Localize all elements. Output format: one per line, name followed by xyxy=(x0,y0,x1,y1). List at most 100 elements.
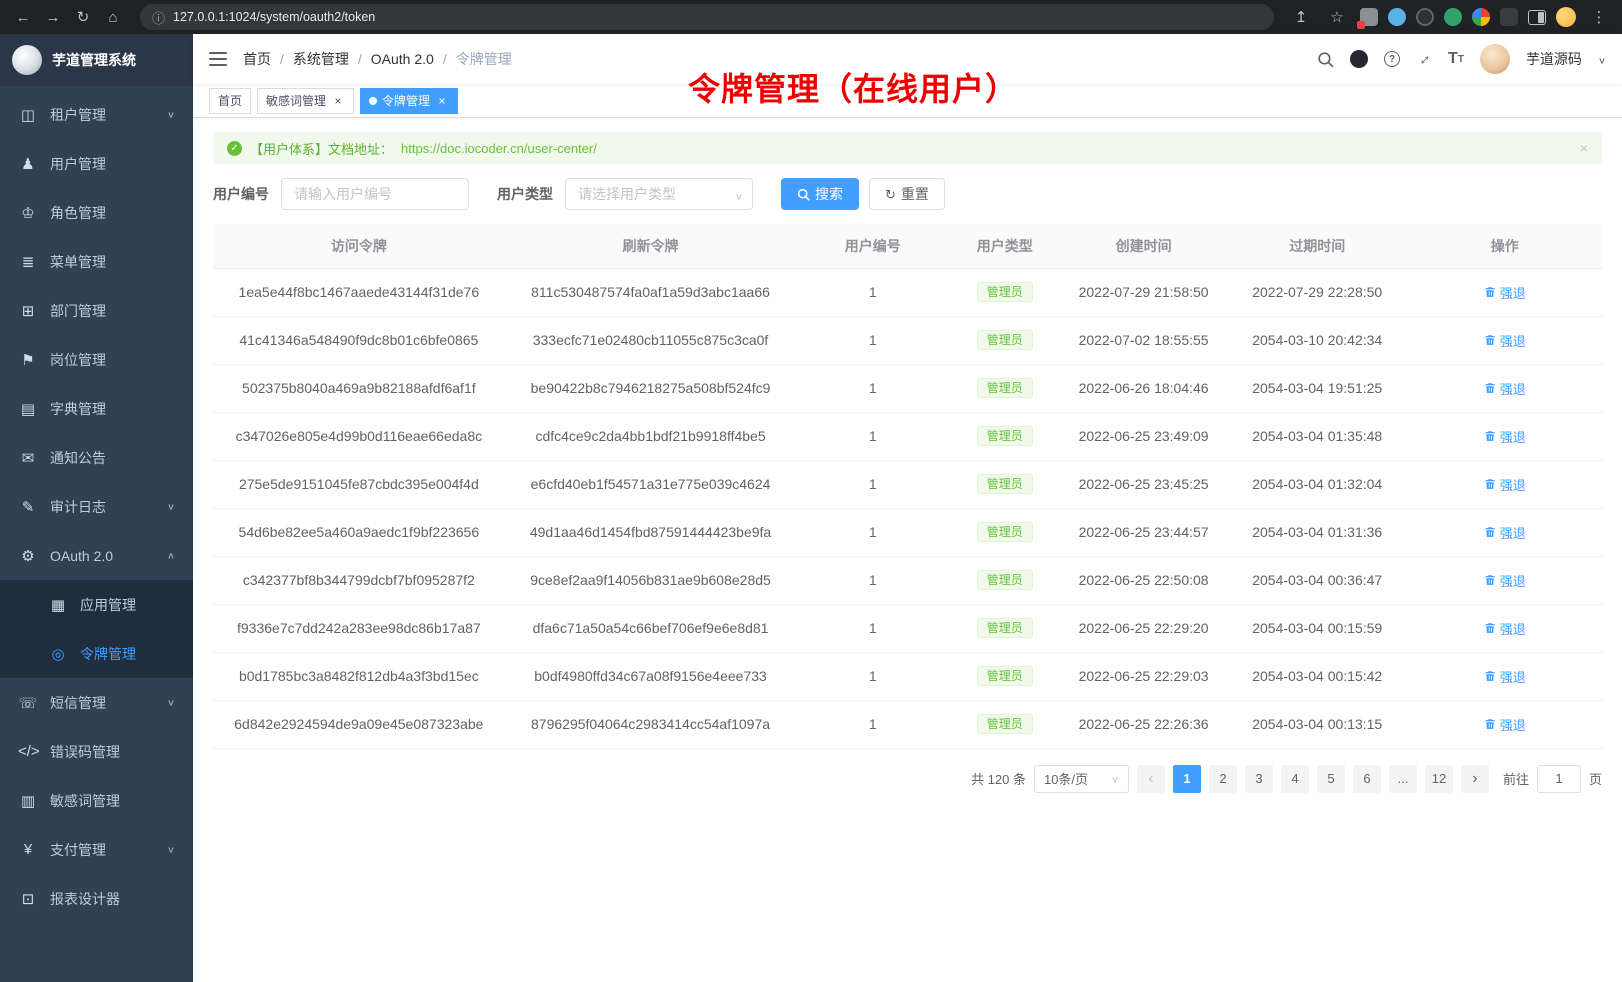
breadcrumb-item[interactable]: 系统管理 xyxy=(271,49,349,69)
page-button-3[interactable]: 3 xyxy=(1245,765,1273,793)
sidebar-toggle-icon[interactable] xyxy=(209,52,227,66)
force-logout-button[interactable]: 强退 xyxy=(1484,523,1526,542)
extension-icon-5[interactable] xyxy=(1500,8,1518,26)
force-logout-button[interactable]: 强退 xyxy=(1484,331,1526,350)
extension-icon-3[interactable] xyxy=(1416,8,1434,26)
chevron-down-icon[interactable] xyxy=(1598,51,1606,67)
sidebar-item-audit-log[interactable]: ✎ 审计日志 ∨ xyxy=(0,482,193,531)
chevron-down-icon xyxy=(735,187,743,203)
token-management-icon: ◎ xyxy=(48,645,68,663)
sidebar-item-label: 错误码管理 xyxy=(50,742,120,762)
tab-sensitive-word[interactable]: 敏感词管理 xyxy=(257,88,354,114)
sidebar-item-role[interactable]: ♔ 角色管理 xyxy=(0,188,193,237)
app-management-icon: ▦ xyxy=(48,596,68,614)
fullscreen-icon[interactable] xyxy=(1412,47,1436,71)
sidebar-item-tenant[interactable]: ◫ 租户管理 ∨ xyxy=(0,90,193,139)
page-button-2[interactable]: 2 xyxy=(1209,765,1237,793)
sidebar-item-payment[interactable]: ¥ 支付管理 ∨ xyxy=(0,825,193,874)
user-type-badge: 管理员 xyxy=(977,714,1033,734)
sidebar-item-menu[interactable]: ≣ 菜单管理 xyxy=(0,237,193,286)
back-icon[interactable]: ← xyxy=(10,4,36,30)
site-info-icon[interactable]: ⓘ xyxy=(152,8,165,27)
font-size-icon[interactable] xyxy=(1448,50,1464,68)
forward-icon[interactable]: → xyxy=(40,4,66,30)
search-button[interactable]: 搜索 xyxy=(781,178,859,210)
force-logout-button[interactable]: 强退 xyxy=(1484,667,1526,686)
user-type-select[interactable] xyxy=(565,178,753,210)
refresh-token-cell: 811c530487574fa0af1a59d3abc1aa66 xyxy=(505,268,797,316)
username[interactable]: 芋道源码 xyxy=(1526,49,1582,69)
force-logout-button[interactable]: 强退 xyxy=(1484,571,1526,590)
search-icon[interactable] xyxy=(1317,51,1334,68)
column-header: 用户类型 xyxy=(949,224,1060,268)
sidebar-item-sensitive-word[interactable]: ▥ 敏感词管理 xyxy=(0,776,193,825)
close-icon[interactable] xyxy=(331,94,345,108)
sidebar-item-notice[interactable]: ✉ 通知公告 xyxy=(0,433,193,482)
sidebar-item-sms[interactable]: ☏ 短信管理 ∨ xyxy=(0,678,193,727)
user-id-input[interactable] xyxy=(281,178,469,210)
home-icon[interactable]: ⌂ xyxy=(100,4,126,30)
page-button-12[interactable]: 12 xyxy=(1425,765,1453,793)
next-page-button[interactable] xyxy=(1461,765,1489,793)
tab-home[interactable]: 首页 xyxy=(209,88,251,114)
breadcrumb: 首页 系统管理 OAuth 2.0 令牌管理 xyxy=(243,49,512,69)
browser-menu-icon[interactable]: ⋮ xyxy=(1586,4,1612,30)
force-logout-button[interactable]: 强退 xyxy=(1484,475,1526,494)
extension-icon-2[interactable] xyxy=(1388,8,1406,26)
column-header: 刷新令牌 xyxy=(505,224,797,268)
user-avatar[interactable] xyxy=(1480,44,1510,74)
sidebar-item-oauth-token[interactable]: ◎ 令牌管理 xyxy=(0,629,193,678)
sidebar-item-error-code[interactable]: </> 错误码管理 xyxy=(0,727,193,776)
breadcrumb-item[interactable]: 首页 xyxy=(243,49,271,69)
page-button-1[interactable]: 1 xyxy=(1173,765,1201,793)
share-icon[interactable]: ↥ xyxy=(1288,4,1314,30)
app-logo[interactable]: 芋道管理系统 xyxy=(0,34,193,86)
prev-page-button[interactable] xyxy=(1137,765,1165,793)
address-bar[interactable]: ⓘ 127.0.0.1:1024/system/oauth2/token xyxy=(140,4,1274,30)
user-id-cell: 1 xyxy=(796,364,949,412)
force-logout-button[interactable]: 强退 xyxy=(1484,379,1526,398)
github-icon[interactable] xyxy=(1350,50,1368,68)
user-type-badge: 管理员 xyxy=(977,378,1033,398)
table-row: 6d842e2924594de9a09e45e087323abe 8796295… xyxy=(213,700,1602,748)
force-logout-button[interactable]: 强退 xyxy=(1484,283,1526,302)
force-logout-button[interactable]: 强退 xyxy=(1484,427,1526,446)
doc-link[interactable]: https://doc.iocoder.cn/user-center/ xyxy=(401,141,597,156)
goto-page-input[interactable] xyxy=(1537,765,1581,793)
tab-token-management[interactable]: 令牌管理 xyxy=(360,88,458,114)
sidebar-item-oauth[interactable]: ⚙ OAuth 2.0 ∧ xyxy=(0,531,193,580)
extension-icon-4[interactable] xyxy=(1444,8,1462,26)
page-button-5[interactable]: 5 xyxy=(1317,765,1345,793)
logo-avatar xyxy=(12,45,42,75)
sidebar-item-oauth-app[interactable]: ▦ 应用管理 xyxy=(0,580,193,629)
sidebar-item-user[interactable]: ♟ 用户管理 xyxy=(0,139,193,188)
sidebar-item-department[interactable]: ⊞ 部门管理 xyxy=(0,286,193,335)
reset-button[interactable]: 重置 xyxy=(869,178,945,210)
access-token-cell: 41c41346a548490f9dc8b01c6bfe0865 xyxy=(213,316,505,364)
close-icon[interactable] xyxy=(435,94,449,108)
table-row: b0d1785bc3a8482f812db4a3f3bd15ec b0df498… xyxy=(213,652,1602,700)
breadcrumb-item[interactable]: OAuth 2.0 xyxy=(349,51,434,67)
force-logout-button[interactable]: 强退 xyxy=(1484,715,1526,734)
sidebar-item-dictionary[interactable]: ▤ 字典管理 xyxy=(0,384,193,433)
expire-time-cell: 2054-03-04 00:15:59 xyxy=(1227,604,1408,652)
extension-icon-1[interactable] xyxy=(1360,8,1378,26)
reload-icon[interactable]: ↻ xyxy=(70,4,96,30)
more-pages-button[interactable]: ... xyxy=(1389,765,1417,793)
tab-label: 敏感词管理 xyxy=(266,92,326,109)
alert-close-icon[interactable] xyxy=(1580,140,1588,156)
help-icon[interactable] xyxy=(1384,51,1400,67)
sidebar-item-report-designer[interactable]: ⊡ 报表设计器 xyxy=(0,874,193,923)
sidebar-item-label: 应用管理 xyxy=(80,595,136,615)
page-size-select[interactable]: 10条/页 xyxy=(1034,765,1129,793)
breadcrumb-item-current: 令牌管理 xyxy=(434,49,512,69)
side-panel-icon[interactable] xyxy=(1528,10,1546,25)
page-button-6[interactable]: 6 xyxy=(1353,765,1381,793)
extensions-puzzle-icon[interactable] xyxy=(1472,8,1490,26)
sidebar-item-post[interactable]: ⚑ 岗位管理 xyxy=(0,335,193,384)
chevron-down-icon: ∨ xyxy=(167,844,175,854)
page-button-4[interactable]: 4 xyxy=(1281,765,1309,793)
browser-profile-avatar[interactable] xyxy=(1556,7,1576,27)
bookmark-star-icon[interactable]: ☆ xyxy=(1324,4,1350,30)
force-logout-button[interactable]: 强退 xyxy=(1484,619,1526,638)
